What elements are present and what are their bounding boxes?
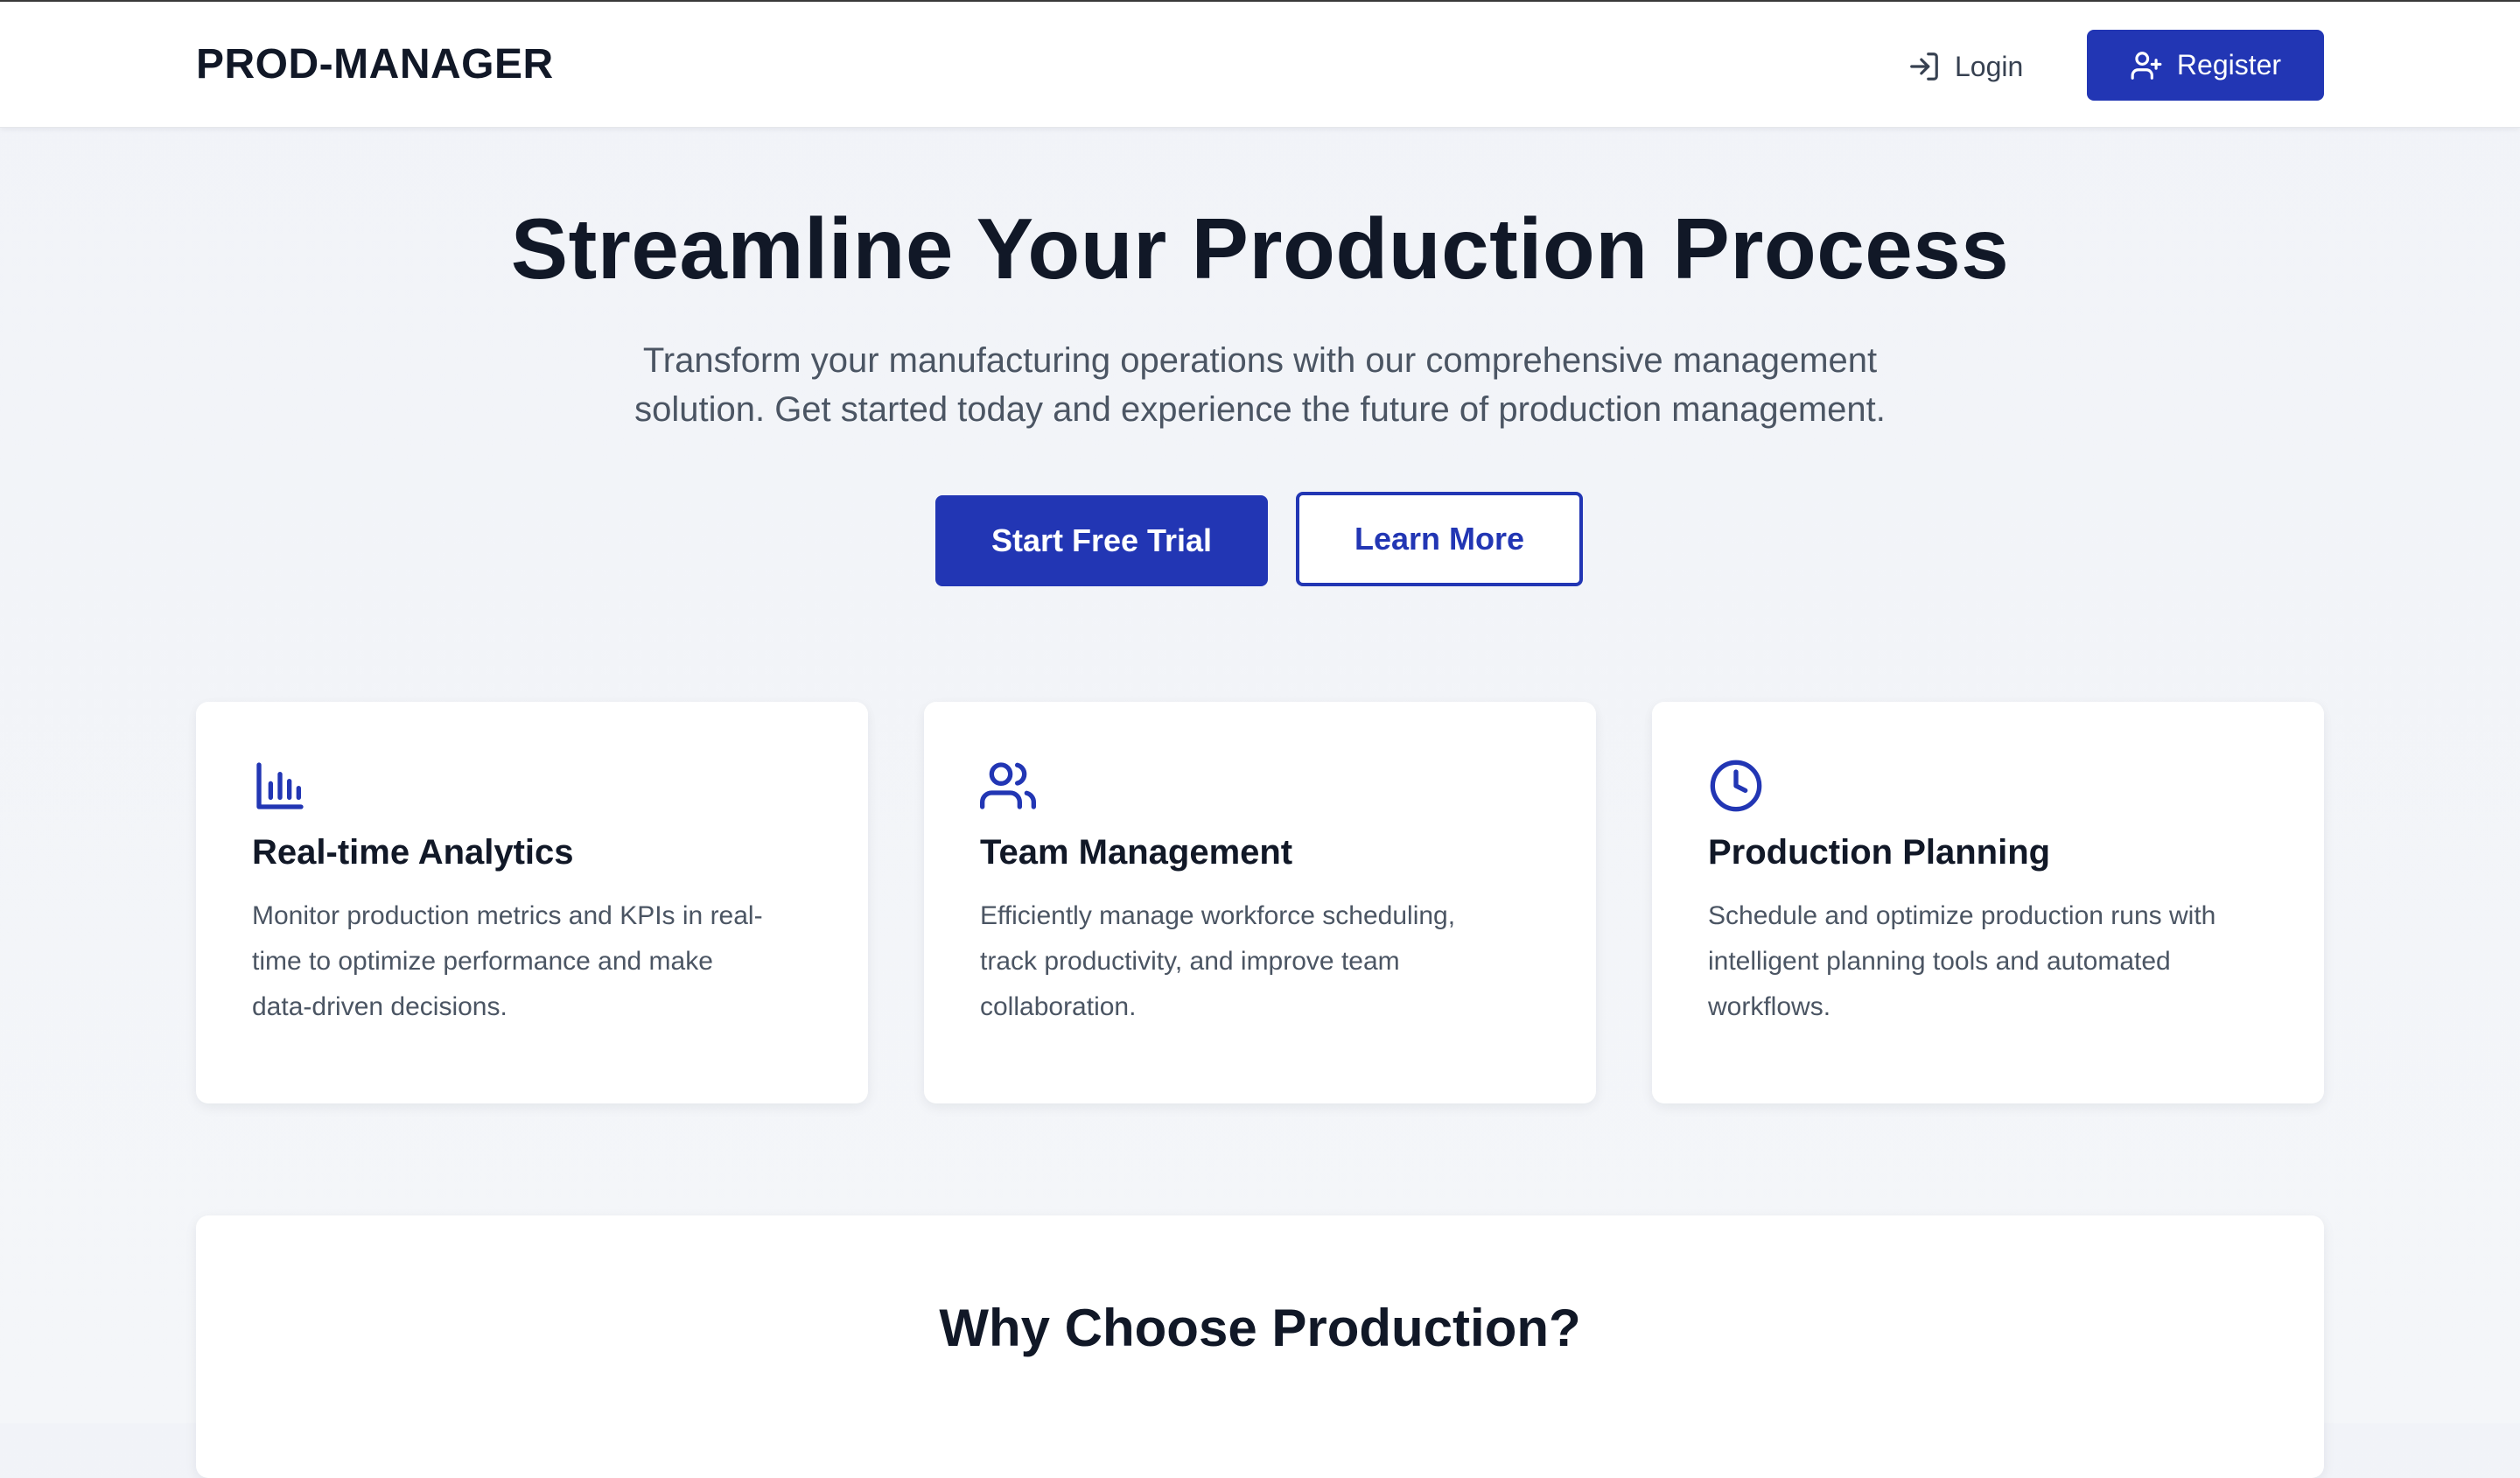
why-choose-section: Why Choose Production? — [196, 1215, 2324, 1478]
feature-card-team: Team Management Efficiently manage workf… — [924, 702, 1596, 1103]
feature-title: Team Management — [980, 833, 1293, 872]
feature-description: Monitor production metrics and KPIs in r… — [252, 893, 812, 1030]
register-button[interactable]: Register — [2087, 30, 2324, 101]
feature-description-line: Schedule and optimize production runs wi… — [1708, 901, 2216, 930]
hero-subtitle-line-1: Transform your manufacturing operations … — [642, 341, 1878, 380]
hero-subtitle-line-2: solution. Get started today and experien… — [634, 390, 1886, 429]
hero-subtitle: Transform your manufacturing operations … — [560, 336, 1960, 434]
feature-description: Efficiently manage workforce scheduling,… — [980, 893, 1540, 1030]
feature-description: Schedule and optimize production runs wi… — [1708, 893, 2268, 1030]
login-icon — [1908, 50, 1941, 83]
feature-title: Production Planning — [1708, 833, 2051, 872]
feature-title: Real-time Analytics — [252, 833, 574, 872]
bar-chart-icon — [252, 758, 308, 814]
feature-description-line: data-driven decisions. — [252, 992, 508, 1021]
hero-title: Streamline Your Production Process — [510, 200, 2010, 297]
feature-description-line: time to optimize performance and make — [252, 947, 713, 976]
user-plus-icon — [2130, 49, 2163, 82]
feature-card-planning: Production Planning Schedule and optimiz… — [1652, 702, 2324, 1103]
feature-card-analytics: Real-time Analytics Monitor production m… — [196, 702, 868, 1103]
login-label: Login — [1955, 50, 2024, 82]
clock-icon — [1708, 758, 1764, 814]
start-free-trial-button[interactable]: Start Free Trial — [935, 495, 1268, 586]
why-choose-title: Why Choose Production? — [939, 1299, 1581, 1357]
register-label: Register — [2176, 49, 2282, 81]
feature-description-line: collaboration. — [980, 992, 1137, 1021]
login-link[interactable]: Login — [1908, 37, 2023, 96]
brand-logo[interactable]: PROD-MANAGER — [196, 40, 554, 88]
navbar: PROD-MANAGER Login Register — [0, 2, 2520, 128]
users-icon — [980, 758, 1036, 814]
feature-description-line: Efficiently manage workforce scheduling, — [980, 901, 1456, 930]
learn-more-button[interactable]: Learn More — [1296, 492, 1583, 586]
feature-description-line: workflows. — [1708, 992, 1831, 1021]
feature-description-line: track productivity, and improve team — [980, 947, 1400, 976]
feature-description-line: Monitor production metrics and KPIs in r… — [252, 901, 763, 930]
feature-description-line: intelligent planning tools and automated — [1708, 947, 2171, 976]
